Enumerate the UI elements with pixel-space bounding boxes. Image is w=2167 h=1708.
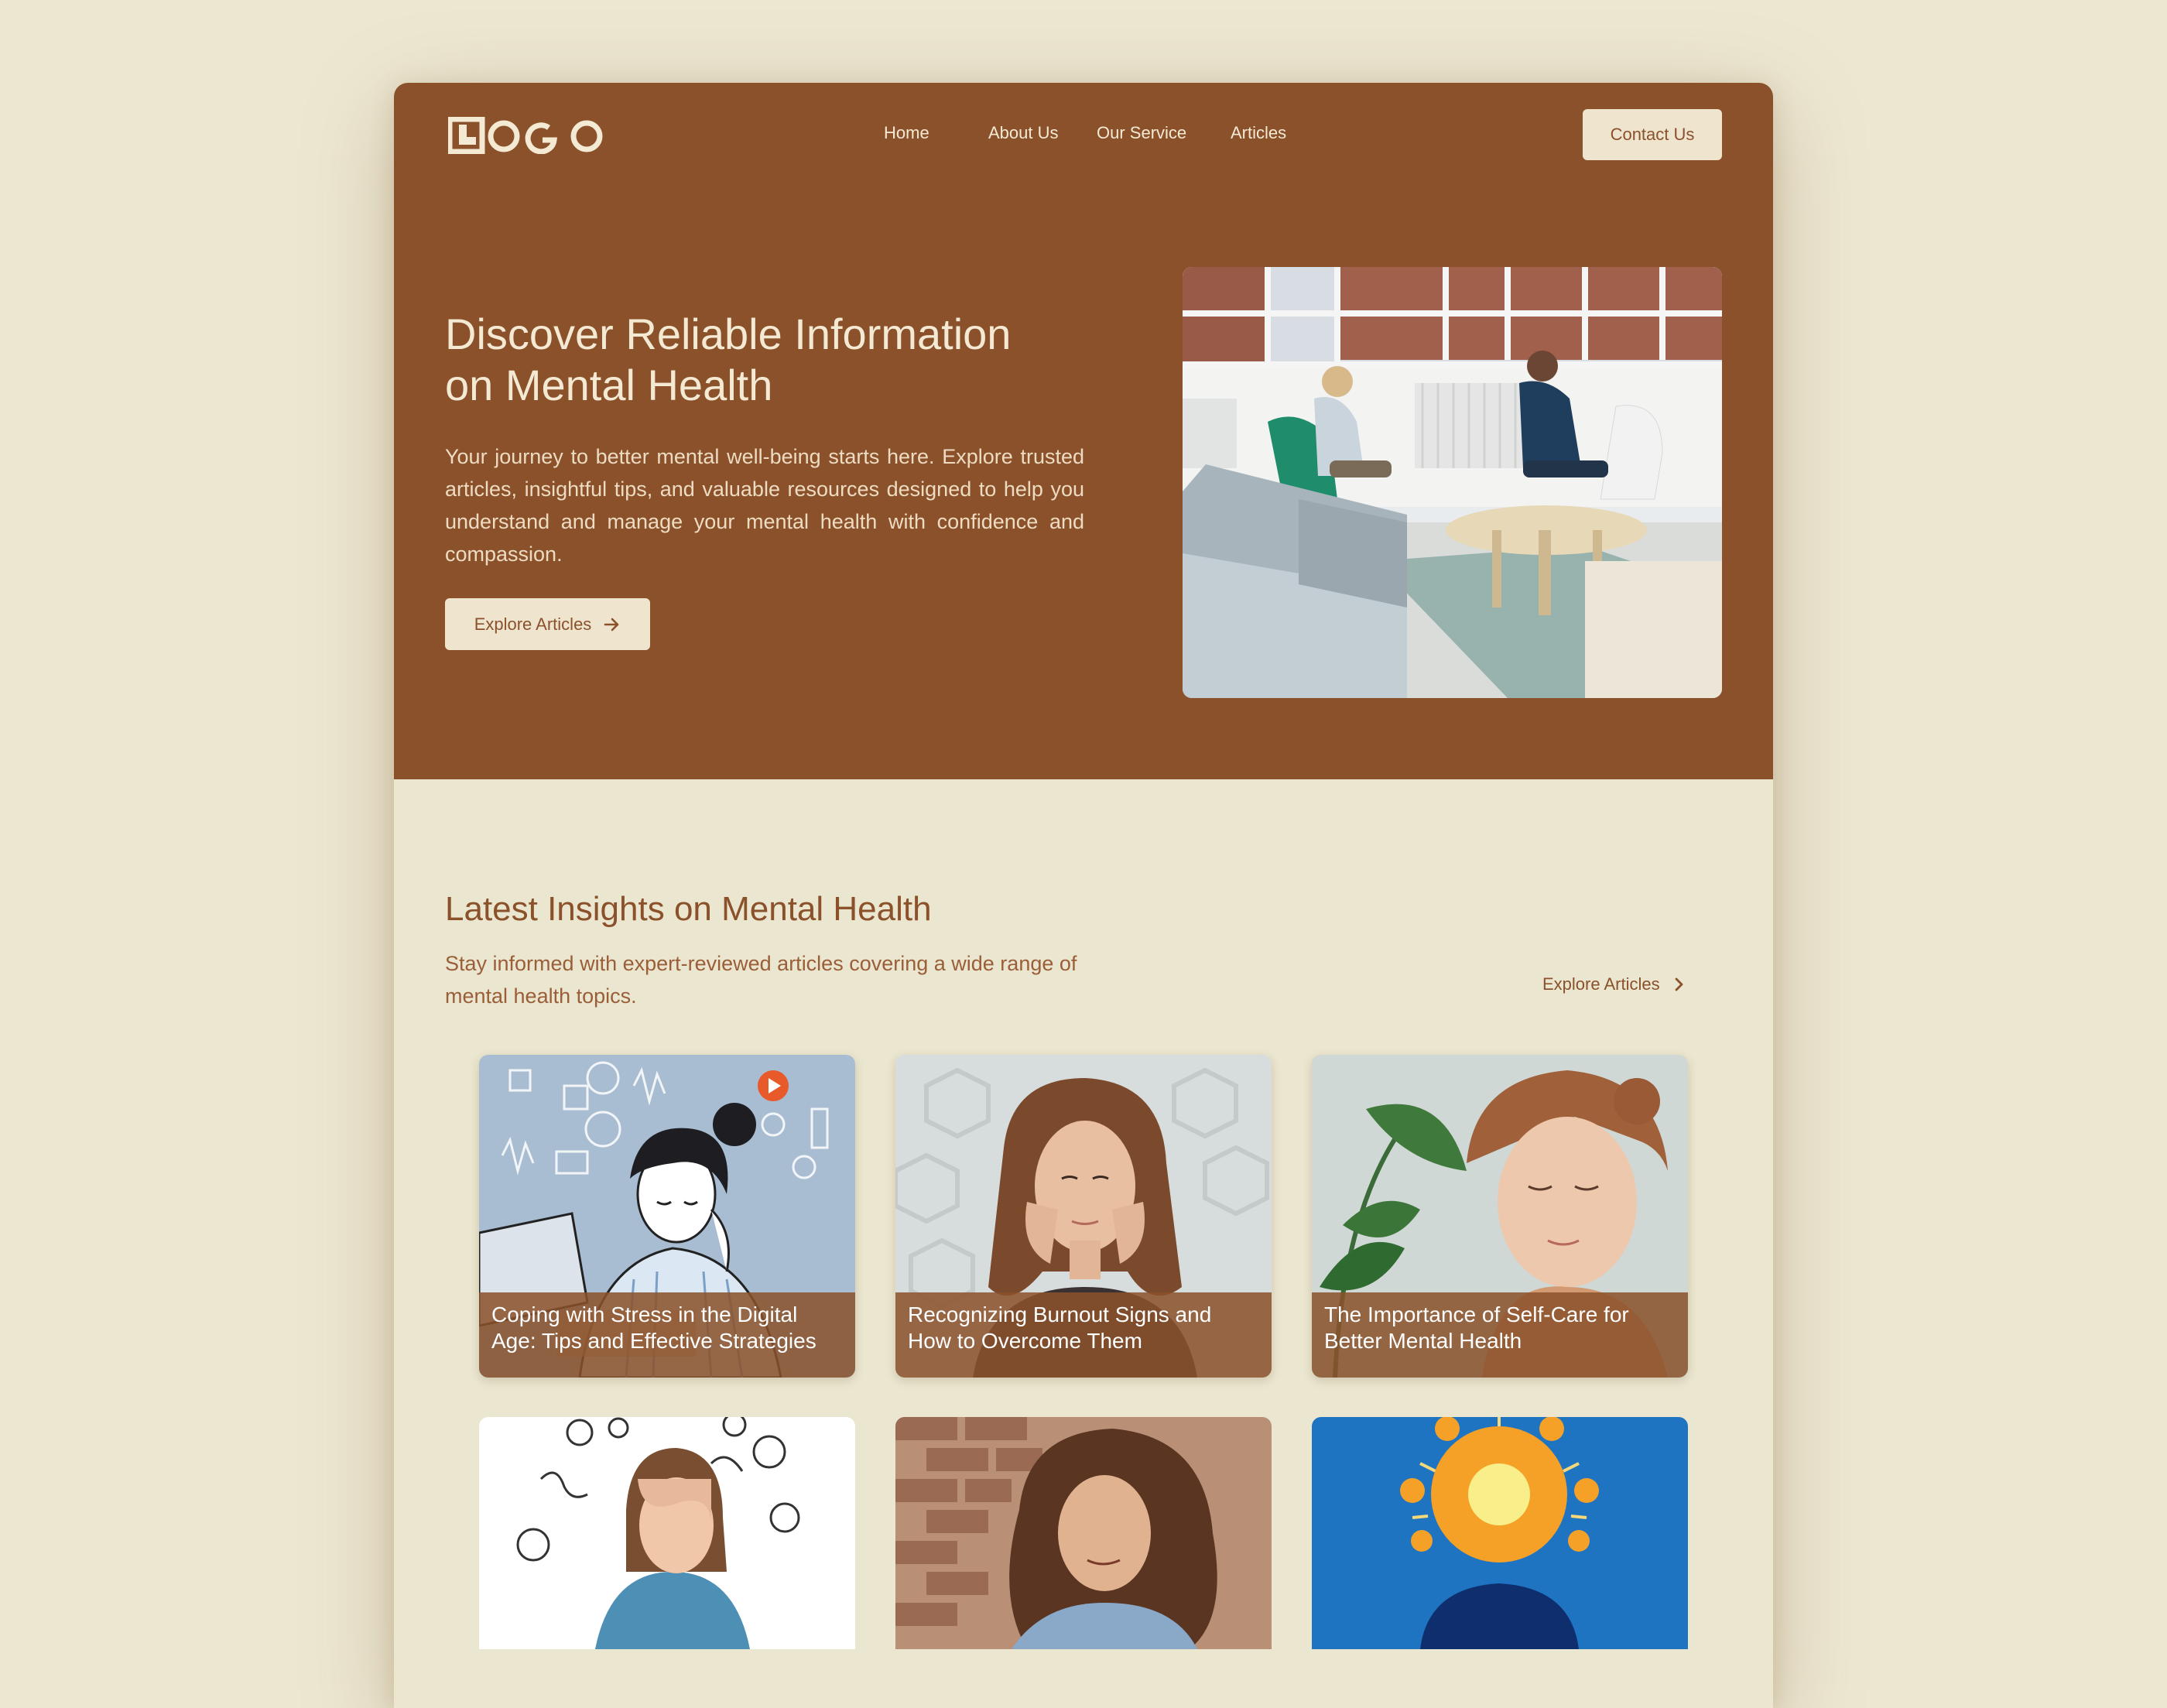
article-card[interactable]: [895, 1417, 1272, 1649]
explore-articles-link[interactable]: Explore Articles: [1542, 974, 1685, 994]
logo-mark: [448, 117, 603, 154]
article-title: Coping with Stress in the Digital Age: T…: [479, 1292, 855, 1378]
nav-about-us[interactable]: About Us: [988, 123, 1059, 143]
hero-title: Discover Reliable Information on Mental …: [445, 310, 1012, 409]
nav-home[interactable]: Home: [884, 123, 929, 143]
chevron-right-icon: [1675, 977, 1683, 991]
article-title: Recognizing Burnout Signs and How to Ove…: [895, 1292, 1272, 1378]
article-card[interactable]: [479, 1417, 855, 1649]
article-image-reflection: [895, 1417, 1272, 1649]
article-card[interactable]: The Importance of Self-Care for Better M…: [1312, 1055, 1688, 1378]
hero-image: [1183, 267, 1722, 698]
nav-articles[interactable]: Articles: [1231, 123, 1286, 143]
insights-subtitle: Stay informed with expert-reviewed artic…: [445, 952, 1077, 1008]
article-card[interactable]: [1312, 1417, 1688, 1649]
browser-frame: Home About Us Our Service Articles Conta…: [394, 83, 1773, 1708]
insights-title: Latest Insights on Mental Health: [445, 890, 932, 928]
explore-articles-link-label: Explore Articles: [1542, 974, 1660, 994]
article-card[interactable]: Coping with Stress in the Digital Age: T…: [479, 1055, 855, 1378]
contact-us-button[interactable]: Contact Us: [1583, 109, 1722, 160]
article-title: The Importance of Self-Care for Better M…: [1312, 1292, 1688, 1378]
article-image-anxiety: [479, 1417, 855, 1649]
hero-section: Home About Us Our Service Articles Conta…: [394, 83, 1773, 779]
article-card[interactable]: Recognizing Burnout Signs and How to Ove…: [895, 1055, 1272, 1378]
arrow-right-icon: [604, 618, 619, 631]
hero-description: Your journey to better mental well-being…: [445, 445, 1084, 566]
explore-articles-label: Explore Articles: [474, 614, 592, 634]
explore-articles-button[interactable]: Explore Articles: [445, 598, 650, 650]
logo[interactable]: [448, 117, 606, 154]
article-image-positivity: [1312, 1417, 1688, 1649]
nav-our-service[interactable]: Our Service: [1097, 123, 1186, 143]
